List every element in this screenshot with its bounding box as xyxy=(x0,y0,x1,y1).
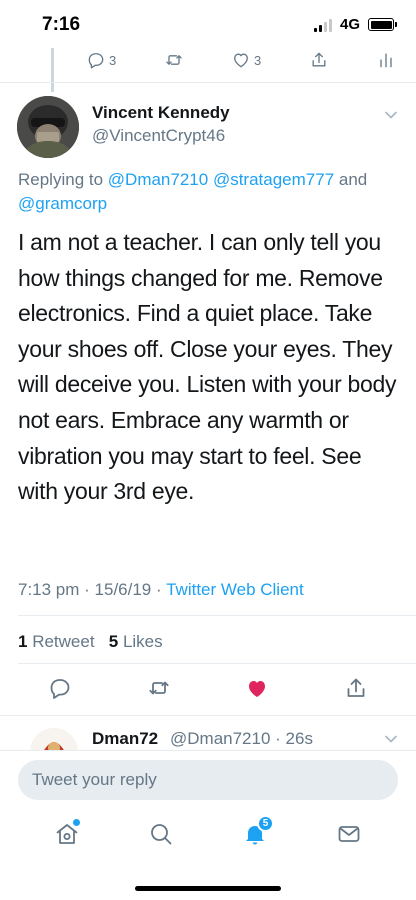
retweet-count: 1 xyxy=(18,632,28,651)
divider xyxy=(18,615,416,616)
divider xyxy=(0,82,416,83)
avatar-image xyxy=(17,96,79,158)
thread-line xyxy=(51,48,54,92)
mention-link[interactable]: @gramcorp xyxy=(18,194,107,213)
reply-input-placeholder: Tweet your reply xyxy=(32,770,157,789)
tweet-actions xyxy=(48,676,368,700)
tweet-meta: 7:13 pm · 15/6/19 · Twitter Web Client xyxy=(18,580,304,599)
status-bar: 7:16 4G xyxy=(0,0,416,48)
replying-to: Replying to @Dman7210 @stratagem777 and … xyxy=(18,168,398,216)
status-time: 7:16 xyxy=(42,14,81,35)
search-icon xyxy=(151,824,172,845)
author-handle[interactable]: @VincentCrypt46 xyxy=(92,126,225,146)
retweet-icon[interactable] xyxy=(147,676,171,700)
retweet-icon xyxy=(165,55,182,65)
tweet-client-link[interactable]: Twitter Web Client xyxy=(166,580,304,599)
tab-notifications[interactable]: 5 xyxy=(240,815,274,849)
heart-icon xyxy=(234,53,248,68)
tweet-time: 7:13 pm xyxy=(18,580,80,599)
reply-author-handle[interactable]: @Dman7210 xyxy=(170,729,270,748)
new-content-dot xyxy=(73,819,80,826)
notification-badge: 5 xyxy=(257,815,274,832)
author-avatar[interactable] xyxy=(17,96,79,158)
battery-icon xyxy=(368,18,397,31)
liked-heart-icon[interactable] xyxy=(245,676,269,700)
share-icon[interactable] xyxy=(344,676,368,700)
mail-icon xyxy=(338,826,360,842)
home-indicator xyxy=(135,886,281,891)
previous-tweet-actions: 3 3 xyxy=(86,50,396,70)
analytics-icon xyxy=(380,53,392,68)
prev-retweet-button[interactable] xyxy=(164,50,184,70)
replying-and: and xyxy=(334,170,368,189)
tab-bar: 5 xyxy=(0,815,416,849)
divider xyxy=(0,715,416,716)
likes-stat[interactable]: 5 Likes xyxy=(109,632,163,651)
chevron-down-icon[interactable] xyxy=(384,732,398,746)
retweet-label: Retweet xyxy=(32,632,95,651)
tweet-text: I am not a teacher. I can only tell you … xyxy=(18,229,397,505)
like-label: Likes xyxy=(122,632,163,651)
reply-input[interactable]: Tweet your reply xyxy=(18,760,398,800)
reply-age: 26s xyxy=(285,729,313,748)
chevron-down-icon[interactable] xyxy=(384,108,398,122)
author-name[interactable]: Vincent Kennedy xyxy=(92,103,230,123)
tab-home[interactable] xyxy=(52,819,82,849)
bottom-bar: Tweet your reply 5 xyxy=(0,750,416,900)
reply-author-name[interactable]: Dman72 xyxy=(92,729,158,749)
network-type: 4G xyxy=(339,16,360,33)
prev-reply-button[interactable]: 3 xyxy=(86,50,116,70)
like-count: 5 xyxy=(108,632,119,651)
mention-link[interactable]: @Dman7210 xyxy=(108,170,208,189)
reply-author-meta: @Dman7210 · 26s xyxy=(170,729,313,748)
share-icon xyxy=(312,52,326,67)
reply-icon[interactable] xyxy=(48,676,72,700)
replying-prefix: Replying to xyxy=(18,170,108,189)
prev-like-count: 3 xyxy=(253,52,262,68)
mention-link[interactable]: @stratagem777 xyxy=(213,170,334,189)
tweet-date: 15/6/19 xyxy=(94,580,152,599)
signal-icon xyxy=(313,18,332,32)
divider xyxy=(18,663,416,664)
prev-analytics-button[interactable] xyxy=(376,50,396,70)
tab-messages[interactable] xyxy=(334,819,364,849)
tweet-stats: 1 Retweet 5 Likes xyxy=(18,632,163,652)
tab-search[interactable] xyxy=(146,819,176,849)
retweets-stat[interactable]: 1 Retweet xyxy=(18,632,95,651)
status-indicators: 4G xyxy=(313,16,397,33)
prev-reply-count: 3 xyxy=(109,52,117,68)
prev-like-button[interactable]: 3 xyxy=(231,50,261,70)
reply-icon xyxy=(88,53,104,69)
prev-share-button[interactable] xyxy=(309,50,329,70)
